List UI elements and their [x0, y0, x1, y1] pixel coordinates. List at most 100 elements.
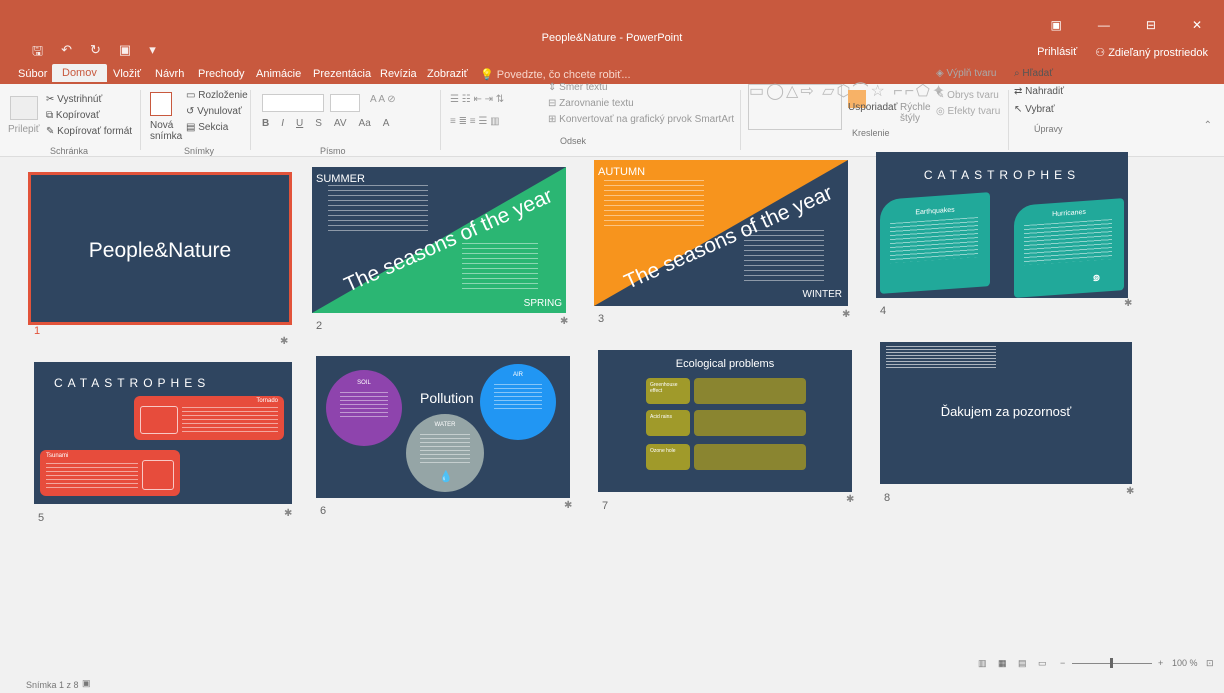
slide-thumbnail-4[interactable]: CATASTROPHES Earthquakes Hurricanes ๑: [876, 152, 1128, 298]
replace-button[interactable]: ⇄ Nahradiť: [1014, 86, 1064, 97]
slideshow-view-icon[interactable]: ▭: [1038, 658, 1047, 669]
tab-slideshow[interactable]: Prezentácia: [313, 68, 371, 80]
font-size-controls[interactable]: A A ⊘: [370, 94, 396, 105]
save-icon[interactable]: 🖫: [32, 42, 43, 64]
tab-review[interactable]: Revízia: [380, 68, 417, 80]
bold-button[interactable]: B: [262, 118, 269, 129]
align-text-button[interactable]: ⊟ Zarovnanie textu: [548, 98, 634, 109]
collapse-ribbon-icon[interactable]: ⌃: [1204, 120, 1212, 131]
tab-file[interactable]: Súbor: [18, 68, 47, 80]
transition-star-icon: ✱: [1126, 486, 1135, 497]
shape-fill-button[interactable]: ◈ Výplň tvaru: [936, 68, 997, 79]
strikethrough-button[interactable]: S: [315, 118, 322, 129]
slide-number: 3: [598, 313, 605, 325]
customize-qat-icon[interactable]: ▾: [149, 42, 156, 64]
align-text-icon: ⊟: [548, 98, 560, 109]
tab-transitions[interactable]: Prechody: [198, 68, 244, 80]
share-button[interactable]: ⚇ Zdieľaný prostriedok: [1095, 46, 1208, 59]
slide-thumbnail-7[interactable]: Ecological problems Greenhouse effect Ac…: [598, 350, 852, 492]
shape-outline-button[interactable]: ✎ Obrys tvaru: [936, 90, 999, 101]
body-text-lines: [1024, 218, 1112, 266]
restore-icon[interactable]: ⊟: [1146, 18, 1156, 32]
brush-icon: ✎: [46, 126, 58, 137]
fit-to-window-icon[interactable]: ⊡: [1206, 658, 1214, 669]
problem-row-greenhouse: Greenhouse effect: [646, 378, 806, 404]
start-presentation-icon[interactable]: ▣: [119, 42, 131, 64]
underline-button[interactable]: U: [296, 118, 303, 129]
tell-me-box[interactable]: 💡 Povedzte, čo chcete robiť...: [480, 68, 631, 81]
row-text-box: [694, 410, 806, 436]
slide-thumbnail-1[interactable]: People&Nature: [28, 172, 292, 325]
text-direction-button[interactable]: ⇕ Smer textu: [548, 82, 608, 93]
box-title: Tsunami: [46, 453, 69, 459]
scissors-icon: ✂: [46, 94, 58, 105]
italic-button[interactable]: I: [281, 118, 284, 129]
align-buttons[interactable]: ≡ ≣ ≡ ☰ ▥: [450, 116, 500, 127]
char-spacing-button[interactable]: AV: [334, 118, 347, 129]
slide-thumbnail-3[interactable]: AUTUMN The seasons of the year WINTER: [594, 160, 848, 306]
redo-icon[interactable]: ↻: [90, 42, 101, 64]
shapes-gallery[interactable]: ▭◯△⇨ ▱⬡⌒☆ ⌐⌐⬠✦: [748, 84, 945, 130]
zoom-out-button[interactable]: −: [1060, 658, 1065, 668]
reading-view-icon[interactable]: ▤: [1018, 658, 1027, 669]
sign-in-link[interactable]: Prihlásiť: [1037, 46, 1077, 59]
spelling-icon[interactable]: ▣: [82, 678, 91, 689]
section-button[interactable]: ▤ Sekcia: [186, 122, 228, 133]
body-text-lines: [46, 463, 138, 491]
slide-number: 5: [38, 512, 45, 524]
shape-effects-button[interactable]: ◎ Efekty tvaru: [936, 106, 1000, 117]
tab-design[interactable]: Návrh: [155, 68, 184, 80]
normal-view-icon[interactable]: ▥: [978, 658, 987, 669]
transition-star-icon: ✱: [560, 316, 569, 327]
close-icon[interactable]: ✕: [1192, 18, 1202, 32]
reset-icon: ↺: [186, 106, 198, 117]
select-button[interactable]: ↖ Vybrať: [1014, 104, 1055, 115]
group-divider: [1008, 90, 1009, 150]
layout-button[interactable]: ▭ Rozloženie: [186, 90, 248, 101]
person-icon: ⚇: [1095, 47, 1109, 59]
font-color-button[interactable]: A: [383, 118, 390, 129]
change-case-button[interactable]: Aa: [359, 118, 371, 129]
zoom-level[interactable]: 100 %: [1172, 658, 1198, 668]
transition-star-icon: ✱: [564, 500, 573, 511]
tab-insert[interactable]: Vložiť: [113, 68, 141, 80]
tab-view[interactable]: Zobraziť: [427, 68, 468, 80]
convert-smartart-button[interactable]: ⊞ Konvertovať na grafický prvok SmartArt: [548, 114, 734, 125]
zoom-in-button[interactable]: +: [1158, 658, 1163, 668]
slide-number: 4: [880, 305, 887, 317]
slide-thumbnail-5[interactable]: CATASTROPHES Tornado Tsunami: [34, 362, 292, 504]
account-area: Prihlásiť ⚇ Zdieľaný prostriedok: [1037, 46, 1208, 59]
cursor-icon: ↖: [1014, 104, 1026, 115]
ribbon-display-icon[interactable]: ▣: [1051, 18, 1062, 32]
catastrophe-box-tsunami: Tsunami: [40, 450, 180, 496]
find-button[interactable]: ⌕ Hľadať: [1014, 68, 1053, 79]
replace-icon: ⇄: [1014, 86, 1026, 97]
cut-button[interactable]: ✂ Vystrihnúť: [46, 94, 102, 105]
undo-icon[interactable]: ↶: [61, 42, 72, 64]
format-painter-button[interactable]: ✎ Kopírovať formát: [46, 126, 132, 137]
minimize-icon[interactable]: —: [1098, 18, 1110, 32]
paint-bucket-icon: ◈: [936, 68, 947, 79]
title-bar: 🖫 ↶ ↻ ▣ ▾ People&Nature - PowerPoint ▣ —…: [0, 0, 1224, 62]
slide-title: Ecological problems: [675, 358, 775, 370]
section-icon: ▤: [186, 122, 199, 133]
tab-home[interactable]: Domov: [52, 64, 107, 82]
font-size-combo[interactable]: [330, 94, 360, 112]
slide-thumbnail-6[interactable]: SOIL Pollution AIR WATER 💧: [316, 356, 570, 498]
slide-sorter-view-icon[interactable]: ▦: [998, 658, 1007, 669]
wave-icon: [142, 460, 174, 490]
new-slide-button[interactable]: Nová snímka: [150, 120, 182, 142]
arrange-button[interactable]: Usporiadať: [848, 102, 897, 113]
season-label-winter: WINTER: [802, 289, 842, 300]
paste-button[interactable]: Prilepiť: [8, 124, 40, 135]
slide-thumbnail-8[interactable]: Ďakujem za pozornosť: [880, 342, 1132, 484]
font-family-combo[interactable]: [262, 94, 324, 112]
list-buttons[interactable]: ☰ ☷ ⇤ ⇥ ⇅: [450, 94, 504, 105]
slide-thumbnail-2[interactable]: SUMMER The seasons of the year SPRING: [312, 167, 566, 313]
body-text-lines: [462, 243, 538, 293]
quick-styles-button[interactable]: Rýchle štýly: [900, 102, 931, 124]
tab-animations[interactable]: Animácie: [256, 68, 301, 80]
copy-button[interactable]: ⧉ Kopírovať: [46, 110, 100, 121]
reset-button[interactable]: ↺ Vynulovať: [186, 106, 242, 117]
zoom-slider-thumb[interactable]: [1110, 658, 1113, 668]
